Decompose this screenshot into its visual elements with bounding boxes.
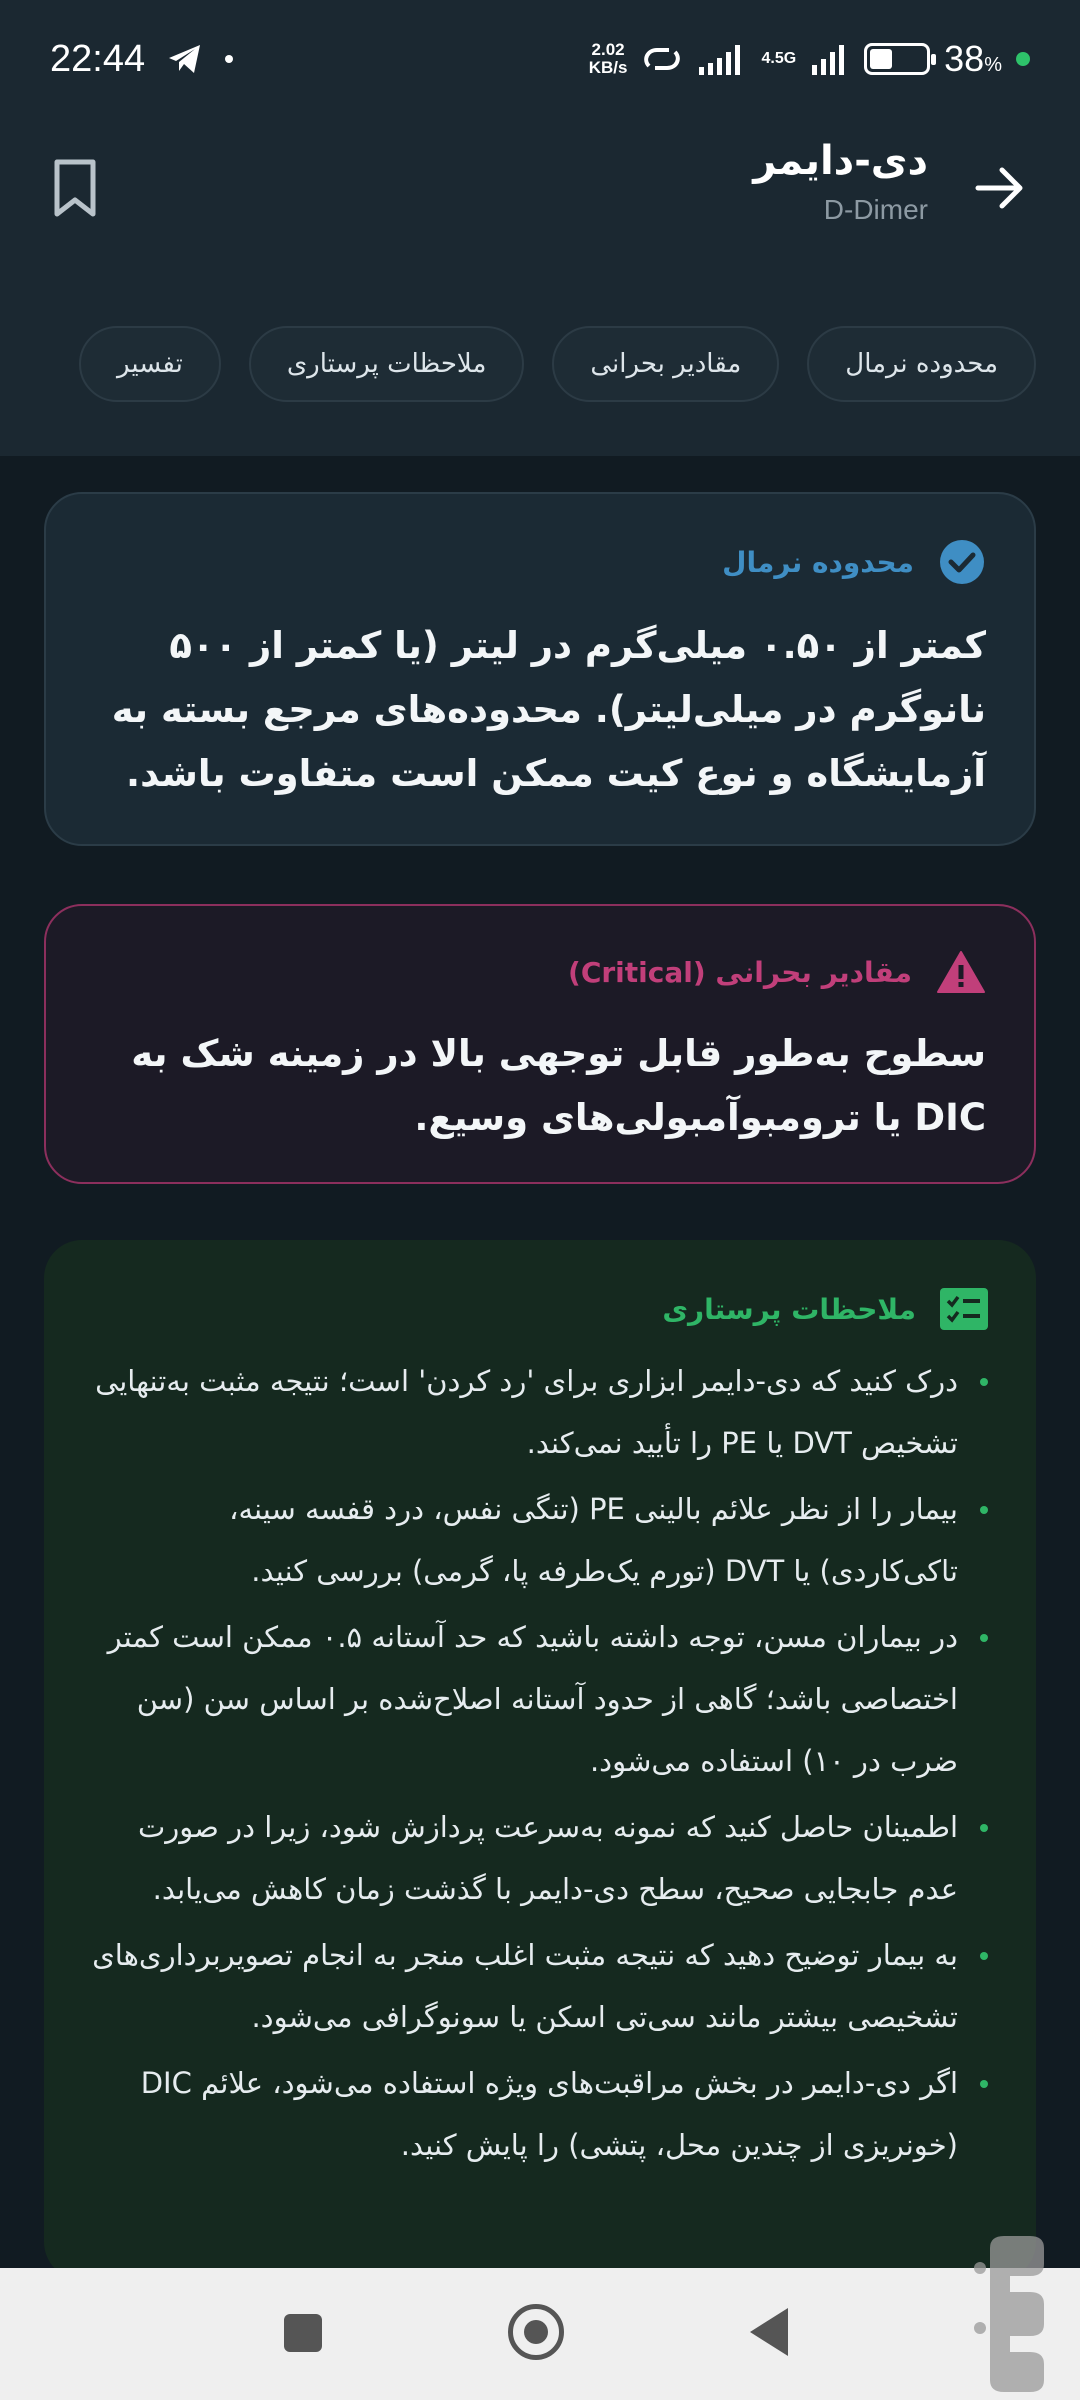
clock: 22:44 (50, 37, 146, 80)
tab-normal-range[interactable]: محدوده نرمال (807, 326, 1036, 402)
list-item: اگر دی-دایمر در بخش مراقبت‌های ویژه استف… (92, 2052, 988, 2176)
app-header: دی-دایمر D-Dimer محدوده نرمال مقادیر بحر… (0, 118, 1080, 456)
warning-icon (937, 951, 985, 993)
card-header: محدوده نرمال (94, 538, 986, 586)
system-nav-bar (0, 2268, 1080, 2400)
status-bar: 22:44 2.02 KB/s 4.5G 38% (0, 0, 1080, 118)
list-item: در بیماران مسن، توجه داشته باشید که حد آ… (92, 1606, 988, 1792)
store-logo-watermark (974, 2236, 1044, 2392)
card-header: ملاحظات پرستاری (92, 1288, 988, 1330)
list-item: به بیمار توضیح دهید که نتیجه مثبت اغلب م… (92, 1924, 988, 2048)
back-button[interactable] (750, 2308, 788, 2356)
nursing-considerations-card: ملاحظات پرستاری درک کنید که دی-دایمر ابز… (44, 1240, 1036, 2280)
nursing-list: درک کنید که دی-دایمر ابزاری برای 'رد کرد… (92, 1350, 988, 2176)
home-button[interactable] (508, 2304, 564, 2360)
title-block: دی-دایمر D-Dimer (753, 138, 928, 226)
list-item: اطمینان حاصل کنید که نمونه به‌سرعت پرداز… (92, 1796, 988, 1920)
page-subtitle: D-Dimer (823, 194, 928, 225)
status-left: 22:44 (50, 37, 234, 81)
list-item: بیمار را از نظر علائم بالینی PE (تنگی نف… (92, 1478, 988, 1602)
tab-critical-values[interactable]: مقادیر بحرانی (552, 326, 780, 402)
hotspot-icon (644, 48, 681, 70)
card-body: سطوح به‌طور قابل توجهی بالا در زمینه شک … (131, 1032, 986, 1139)
tab-nursing-considerations[interactable]: ملاحظات پرستاری (248, 326, 525, 402)
recents-button[interactable] (284, 2314, 322, 2352)
back-arrow-icon[interactable] (972, 160, 1028, 216)
telegram-icon (169, 45, 201, 73)
card-header: مقادیر بحرانی (Critical) (94, 950, 986, 994)
list-item: درک کنید که دی-دایمر ابزاری برای 'رد کرد… (92, 1350, 988, 1474)
page-title: دی-دایمر (753, 138, 928, 184)
section-tabs: محدوده نرمال مقادیر بحرانی ملاحظات پرستا… (72, 326, 1036, 402)
signal-icon-2 (812, 45, 845, 75)
normal-range-card: محدوده نرمال کمتر از ۰.۵۰ میلی‌گرم در لی… (44, 492, 1036, 846)
privacy-indicator-dot (1016, 52, 1030, 66)
bookmark-icon[interactable] (52, 158, 98, 218)
signal-icon (699, 45, 741, 75)
checklist-icon (940, 1288, 988, 1330)
card-body: کمتر از ۰.۵۰ میلی‌گرم در لیتر (یا کمتر ا… (111, 624, 986, 795)
card-title: مقادیر بحرانی (Critical) (568, 955, 912, 989)
battery-percent: 38% (944, 38, 1002, 79)
card-title: محدوده نرمال (722, 545, 914, 579)
network-type: 4.5G (761, 50, 797, 67)
check-circle-icon (940, 540, 984, 584)
tab-interpretation[interactable]: تفسیر (79, 326, 221, 402)
notification-dot (225, 55, 234, 63)
network-speed: 2.02 KB/s (588, 40, 628, 77)
card-title: ملاحظات پرستاری (662, 1292, 916, 1326)
status-right: 2.02 KB/s 4.5G 38% (589, 38, 1030, 80)
critical-values-card: مقادیر بحرانی (Critical) سطوح به‌طور قاب… (44, 904, 1036, 1184)
battery-icon (864, 43, 937, 75)
